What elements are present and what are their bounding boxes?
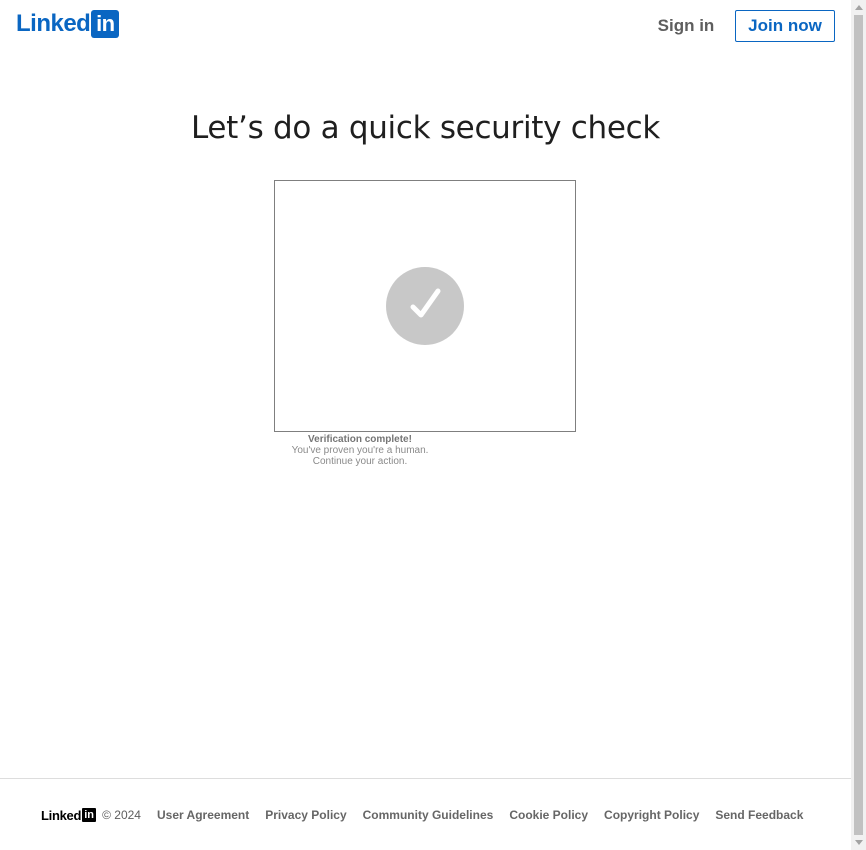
checkmark-icon (386, 267, 464, 345)
footer-link-privacy-policy[interactable]: Privacy Policy (265, 808, 346, 822)
copyright-text: © 2024 (102, 808, 141, 822)
scroll-down-arrow-icon[interactable] (855, 840, 863, 845)
footer-logo-in-box: in (82, 808, 97, 822)
footer-logo-wordmark: Linked (41, 807, 82, 823)
footer-link-user-agreement[interactable]: User Agreement (157, 808, 249, 822)
logo-wordmark: Linked (16, 10, 91, 37)
vertical-scrollbar[interactable] (851, 0, 866, 850)
scroll-thumb[interactable] (854, 15, 863, 835)
footer-link-community-guidelines[interactable]: Community Guidelines (363, 808, 494, 822)
security-check-page: Linked in Sign in Join now Let’s do a qu… (0, 0, 866, 850)
checkmark-svg (410, 288, 441, 318)
page-title: Let’s do a quick security check (190, 110, 661, 146)
verification-instruction: Continue your action. (312, 456, 408, 467)
verification-status: Verification complete! You've proven you… (274, 434, 446, 467)
security-challenge-frame (274, 180, 576, 432)
scroll-up-arrow-icon[interactable] (855, 5, 863, 10)
verification-message: You've proven you're a human. (291, 445, 429, 456)
footer-divider (0, 778, 851, 779)
footer-link-send-feedback[interactable]: Send Feedback (715, 808, 803, 822)
footer-linkedin-logo: Linked in (41, 807, 97, 823)
footer-link-copyright-policy[interactable]: Copyright Policy (604, 808, 699, 822)
join-now-button[interactable]: Join now (735, 10, 835, 42)
footer-link-cookie-policy[interactable]: Cookie Policy (509, 808, 588, 822)
linkedin-logo[interactable]: Linked in (16, 10, 120, 38)
sign-in-link[interactable]: Sign in (653, 11, 719, 41)
verification-heading: Verification complete! (308, 434, 412, 445)
logo-in-box: in (91, 10, 120, 38)
footer: Linked in © 2024 User Agreement Privacy … (41, 805, 803, 825)
